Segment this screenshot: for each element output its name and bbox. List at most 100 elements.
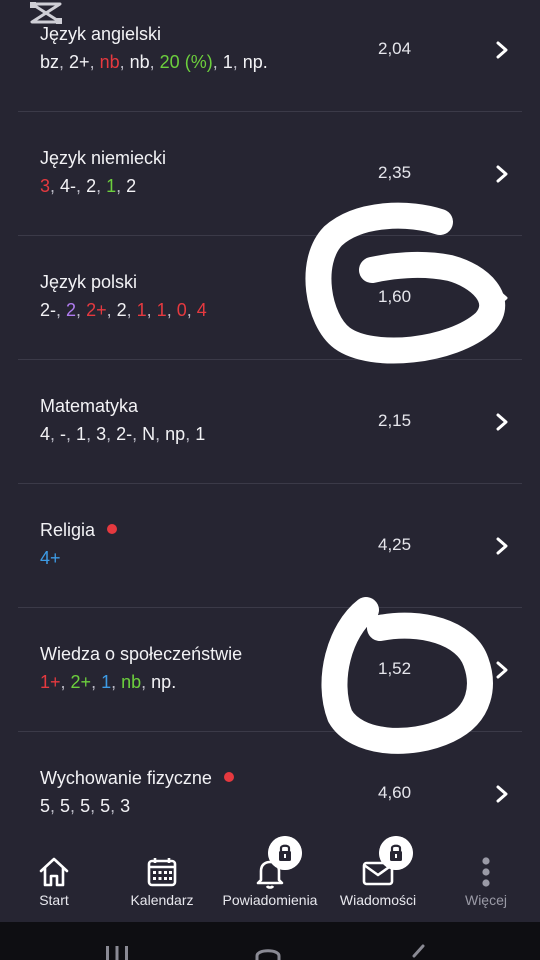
nav-start[interactable]: Start xyxy=(0,836,108,922)
back-icon[interactable] xyxy=(408,944,428,960)
grade: 1 xyxy=(156,300,167,320)
grade: 2+ xyxy=(69,52,90,72)
grade: nb xyxy=(121,672,142,692)
subject-average: 4,25 xyxy=(378,535,412,554)
subject-row[interactable]: Język angielski bz, 2+, nb, nb, 20 (%), 1… xyxy=(0,0,540,112)
grade-separator: , xyxy=(185,424,196,444)
grade: np. xyxy=(242,52,268,72)
grade-separator: , xyxy=(141,672,152,692)
grade-separator: , xyxy=(90,796,101,816)
nav-calendar[interactable]: Kalendarz xyxy=(108,836,216,922)
grade-separator: , xyxy=(91,672,102,692)
subject-average: 2,04 xyxy=(378,39,412,58)
grade: 4 xyxy=(196,300,207,320)
grade: 3 xyxy=(120,796,131,816)
grade-separator: , xyxy=(89,52,100,72)
subject-name-text: Matematyka xyxy=(40,396,139,416)
grades-list: bz, 2+, nb, nb, 20 (%), 1, np. xyxy=(40,52,268,73)
nav-messages[interactable]: Wiadomości xyxy=(324,836,432,922)
grade-separator: , xyxy=(56,300,67,320)
grade: bz xyxy=(40,52,60,72)
grade: 2+ xyxy=(86,300,107,320)
grade-separator: , xyxy=(166,300,177,320)
grade: 5 xyxy=(100,796,111,816)
grade: 2- xyxy=(40,300,57,320)
grade-separator: , xyxy=(59,52,70,72)
grades-list: 3, 4-, 2, 1, 2 xyxy=(40,176,136,197)
home-button-icon[interactable] xyxy=(254,944,282,960)
new-grade-dot xyxy=(107,524,118,534)
subject-row[interactable]: Matematyka 4, -, 1, 3, 2-, N, np, 1 2,15 xyxy=(0,360,540,484)
grades-list: 2-, 2, 2+, 2, 1, 1, 0, 4 xyxy=(40,300,207,321)
subject-name: Matematyka xyxy=(40,396,138,417)
subject-name: Język polski xyxy=(40,272,137,293)
grade-separator: , xyxy=(86,424,97,444)
grade: 5 xyxy=(80,796,91,816)
chevron-right-icon[interactable] xyxy=(494,164,510,184)
grade: 2- xyxy=(116,424,133,444)
calendar-icon xyxy=(147,858,177,887)
grade-separator: , xyxy=(106,424,117,444)
grade: 2+ xyxy=(70,672,92,692)
grade-separator: , xyxy=(76,300,87,320)
nav-messages-label: Wiadomości xyxy=(339,892,417,908)
grade: 0 xyxy=(176,300,187,320)
grade-separator: , xyxy=(119,52,130,72)
grade-separator: , xyxy=(116,176,127,196)
chevron-right-icon[interactable] xyxy=(494,536,510,556)
grade-separator: , xyxy=(111,672,122,692)
grade-separator: , xyxy=(232,52,243,72)
grade-separator: , xyxy=(50,176,61,196)
nav-more-label: Więcej xyxy=(464,892,507,908)
grade: 2 xyxy=(66,300,77,320)
chevron-right-icon[interactable] xyxy=(494,784,510,804)
new-grade-dot xyxy=(223,772,234,782)
chevron-right-icon[interactable] xyxy=(494,412,510,432)
subject-name-text: Język niemiecki xyxy=(40,148,167,168)
subject-row[interactable]: Język polski 2-, 2, 2+, 2, 1, 1, 0, 4 1,60 xyxy=(0,236,540,360)
grades-list: 4, -, 1, 3, 2-, N, np, 1 xyxy=(40,424,205,445)
chevron-right-icon[interactable] xyxy=(494,660,510,680)
subject-row[interactable]: Religia 4+ 4,25 xyxy=(0,484,540,608)
grade: 20 (%) xyxy=(159,52,213,72)
grade: 2 xyxy=(126,176,137,196)
grade-separator: , xyxy=(149,52,160,72)
nav-more[interactable]: Więcej xyxy=(432,836,540,922)
subject-name: Wychowanie fizyczne xyxy=(40,768,234,789)
grade-separator: , xyxy=(50,796,61,816)
grade-separator: , xyxy=(76,176,87,196)
subject-average: 2,15 xyxy=(378,411,412,430)
grade-separator: , xyxy=(212,52,223,72)
grade: 1+ xyxy=(40,672,61,692)
subject-average: 4,60 xyxy=(378,783,412,802)
subject-row[interactable]: Wiedza o społeczeństwie 1+, 2+, 1, nb, np… xyxy=(0,608,540,732)
grade: 5 xyxy=(40,796,51,816)
chevron-right-icon[interactable] xyxy=(494,40,510,60)
grade-separator: , xyxy=(186,300,197,320)
grade: 1 xyxy=(101,672,112,692)
nav-notifications[interactable]: Powiadomienia xyxy=(216,836,324,922)
grade: 1 xyxy=(106,176,117,196)
grade: np xyxy=(165,424,186,444)
recents-icon[interactable] xyxy=(104,944,130,960)
system-navigation-bar xyxy=(0,922,540,960)
grade: 2 xyxy=(116,300,127,320)
grades-list: 5, 5, 5, 5, 3 xyxy=(40,796,130,817)
bottom-navigation: Start Kalendarz Powiadomienia Wiadomości… xyxy=(0,836,540,922)
grade-separator: , xyxy=(50,424,61,444)
lock-icon xyxy=(379,836,413,870)
grade: 1 xyxy=(222,52,233,72)
subject-name-text: Religia xyxy=(40,520,96,540)
grade: 1 xyxy=(76,424,87,444)
grade-separator: , xyxy=(146,300,157,320)
chevron-right-icon[interactable] xyxy=(494,288,510,308)
subject-row[interactable]: Język niemiecki 3, 4-, 2, 1, 2 2,35 xyxy=(0,112,540,236)
home-icon xyxy=(39,857,69,887)
grade-separator: , xyxy=(110,796,121,816)
grade-separator: , xyxy=(66,424,77,444)
subject-average: 2,35 xyxy=(378,163,412,182)
grade-separator: , xyxy=(155,424,166,444)
subject-name-text: Język angielski xyxy=(40,24,162,44)
subject-name: Religia xyxy=(40,520,118,541)
lock-icon xyxy=(268,836,302,870)
